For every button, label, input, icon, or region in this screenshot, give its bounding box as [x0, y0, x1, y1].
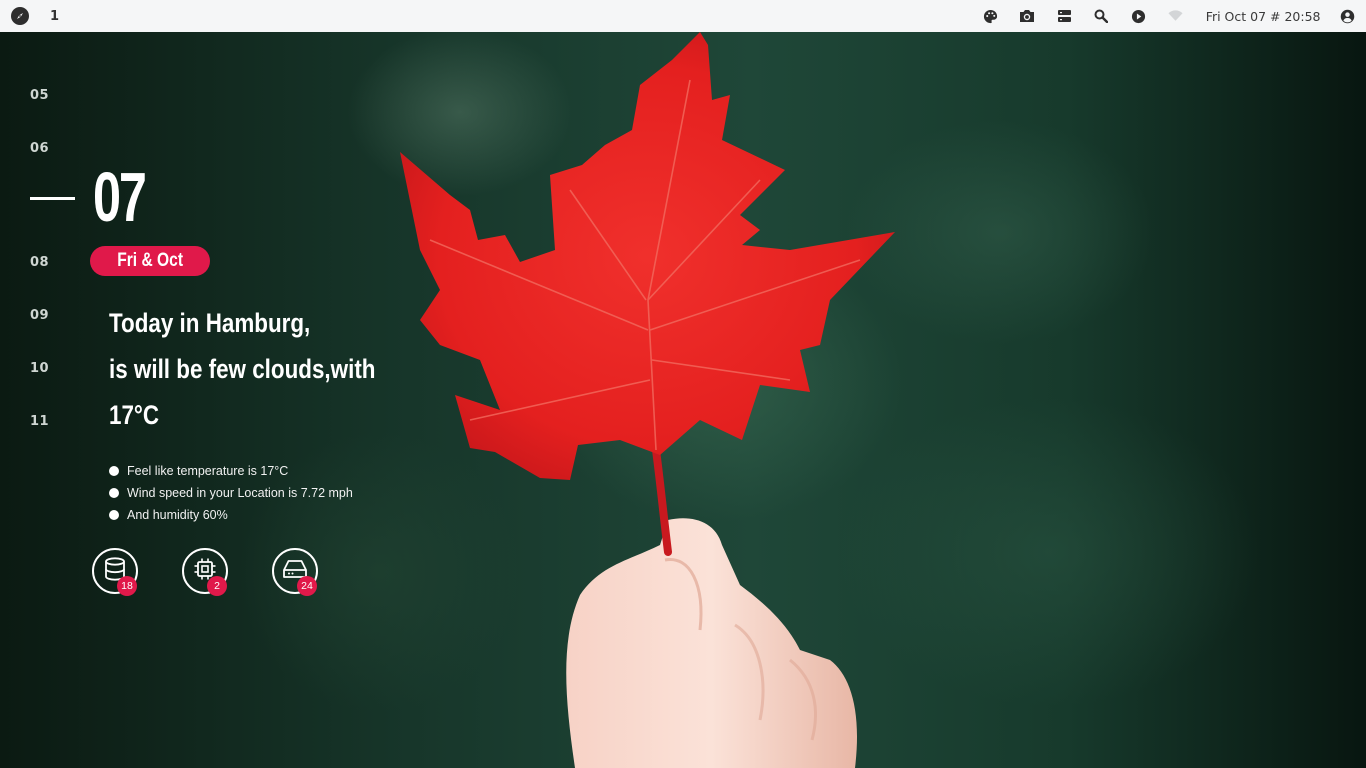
timeline-day: 05 [30, 88, 50, 103]
drive-count: 24 [297, 576, 317, 596]
system-tray: Fri Oct 07 # 20:58 [972, 5, 1366, 27]
day-month-label: Fri & Oct [117, 250, 183, 271]
weather-detail-item: And humidity 60% [109, 504, 353, 526]
wifi-icon[interactable] [1164, 5, 1186, 27]
weather-line: is will be few clouds,with [109, 354, 376, 384]
weather-detail-item: Feel like temperature is 17°C [109, 460, 353, 482]
top-bar: 1 Fri Oct 07 # 20:58 [0, 0, 1366, 32]
weather-detail-text: Feel like temperature is 17°C [127, 464, 289, 478]
weather-detail-item: Wind speed in your Location is 7.72 mph [109, 482, 353, 504]
palette-icon[interactable] [979, 5, 1001, 27]
weather-summary: Today in Hamburg, is will be few clouds,… [109, 300, 441, 438]
search-icon[interactable] [1090, 5, 1112, 27]
server-icon[interactable] [1053, 5, 1075, 27]
weather-detail-text: Wind speed in your Location is 7.72 mph [127, 486, 353, 500]
timeline-day: 08 [30, 255, 50, 270]
database-stat-button[interactable]: 18 [92, 548, 138, 596]
timeline-day: 10 [30, 361, 50, 376]
timeline-day: 11 [30, 414, 50, 429]
current-day-marker [30, 197, 75, 200]
day-month-badge: Fri & Oct [90, 246, 210, 276]
database-count: 18 [117, 576, 137, 596]
weather-line: 17°C [109, 400, 160, 430]
cpu-count: 2 [207, 576, 227, 596]
account-icon[interactable] [1336, 5, 1358, 27]
top-bar-left: 1 [0, 7, 59, 25]
bullet-dot [109, 488, 119, 498]
bullet-dot [109, 510, 119, 520]
timeline-day: 06 [30, 141, 50, 156]
cpu-stat-button[interactable]: 2 [182, 548, 228, 596]
weather-line: Today in Hamburg, [109, 308, 311, 338]
camera-icon[interactable] [1016, 5, 1038, 27]
weather-details: Feel like temperature is 17°C Wind speed… [109, 460, 353, 526]
workspace-indicator[interactable]: 1 [50, 9, 59, 24]
compass-icon[interactable] [11, 7, 29, 25]
bullet-dot [109, 466, 119, 476]
clock[interactable]: Fri Oct 07 # 20:58 [1206, 9, 1321, 24]
drive-stat-button[interactable]: 24 [272, 548, 318, 596]
play-icon[interactable] [1127, 5, 1149, 27]
current-day: 07 [93, 158, 147, 236]
weather-detail-text: And humidity 60% [127, 508, 228, 522]
timeline-day: 09 [30, 308, 50, 323]
